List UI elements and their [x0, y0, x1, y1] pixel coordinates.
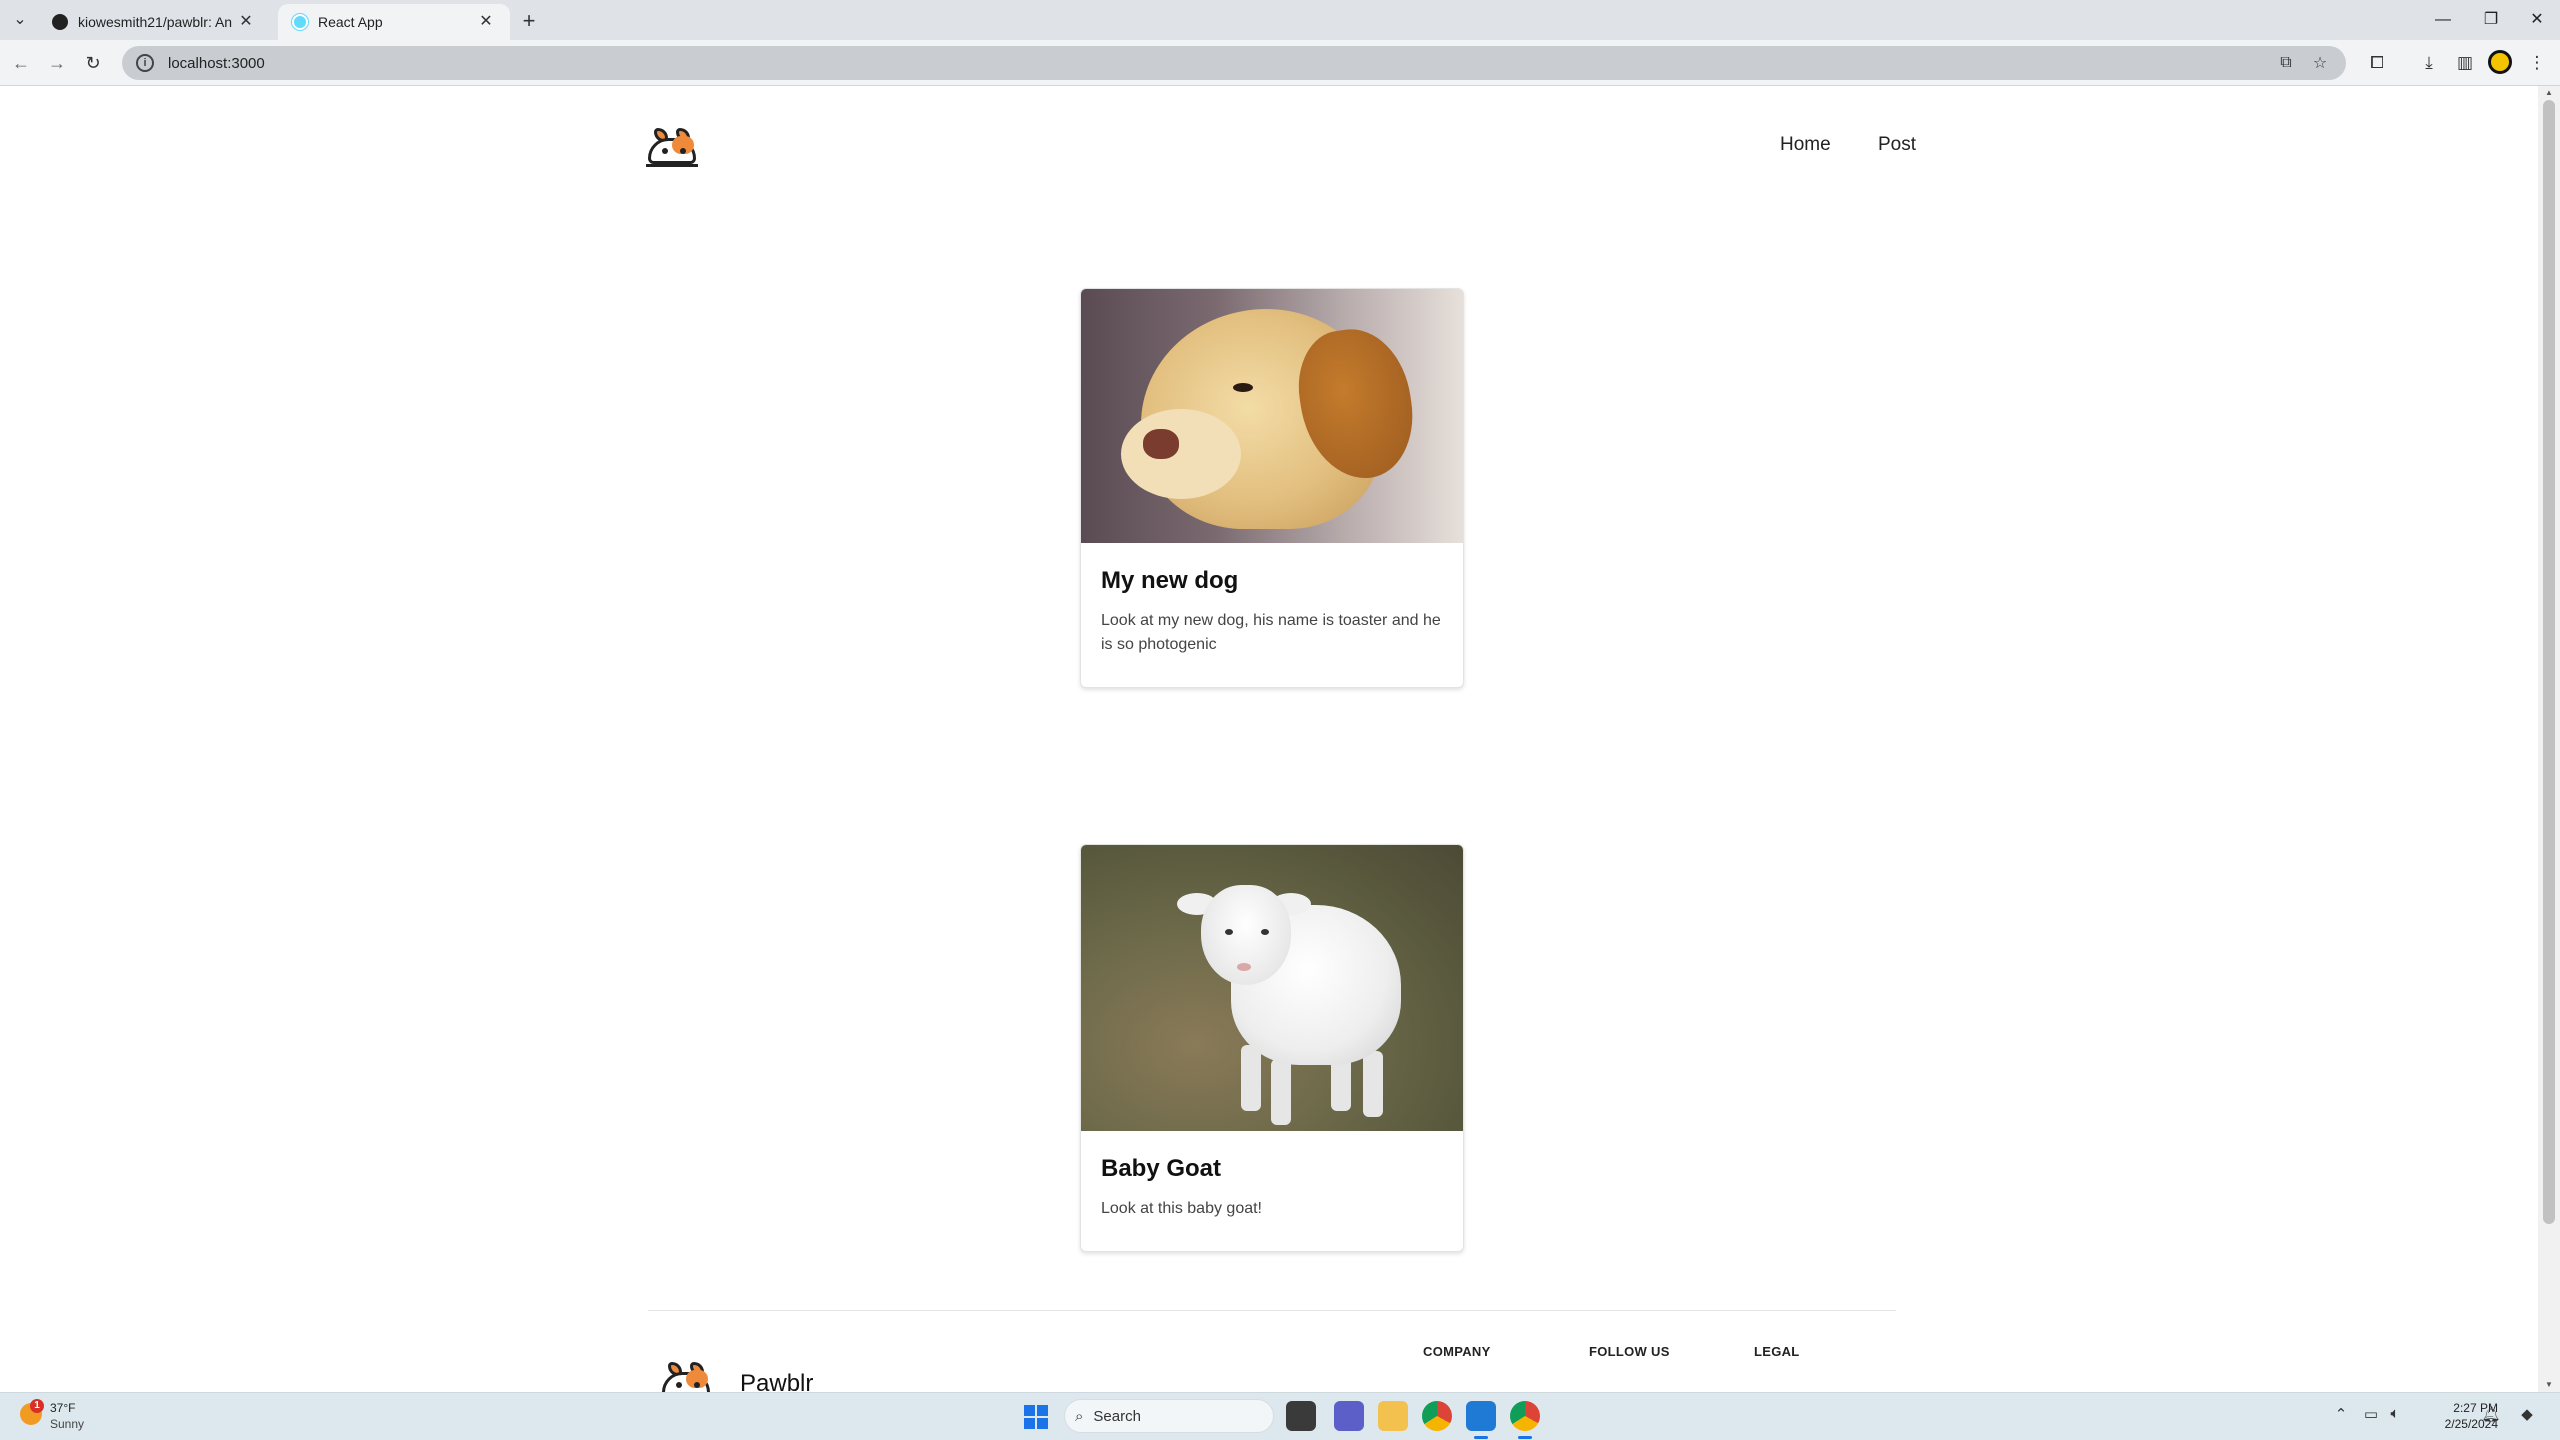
vscode-icon[interactable]: [1466, 1401, 1496, 1431]
search-icon: ⌕: [1075, 1407, 1084, 1425]
restore-icon[interactable]: ❐: [2468, 0, 2514, 40]
goat-leg: [1271, 1059, 1291, 1125]
goat-eye: [1261, 929, 1269, 935]
dog-photo: [1081, 289, 1463, 543]
profile-avatar[interactable]: [2488, 50, 2512, 74]
chrome-icon[interactable]: [1422, 1401, 1452, 1431]
task-view-icon[interactable]: [1286, 1401, 1316, 1431]
footer-legal-heading: LEGAL: [1754, 1344, 1800, 1359]
post-body: Look at this baby goat!: [1101, 1200, 1262, 1217]
post-title: My new dog: [1101, 567, 1239, 594]
close-tab-icon[interactable]: ✕: [476, 12, 496, 32]
close-tab-icon[interactable]: ✕: [236, 12, 256, 32]
dog-snout: [1121, 409, 1241, 499]
dog-eye: [1233, 383, 1253, 392]
side-panel-icon[interactable]: ▥: [2452, 50, 2478, 76]
taskbar-search[interactable]: ⌕ Search: [1064, 1399, 1274, 1433]
footer-divider: [648, 1310, 1896, 1311]
address-bar[interactable]: i localhost:3000 ⧉ ☆: [122, 46, 2346, 80]
tab-github[interactable]: kiowesmith21/pawblr: An anim ✕: [38, 4, 270, 40]
logo-base: [646, 164, 698, 167]
scroll-down-icon[interactable]: ▼: [2543, 1380, 2555, 1390]
extensions-icon[interactable]: ⧠: [2364, 50, 2390, 76]
react-icon: [292, 14, 308, 30]
chrome-profile-icon[interactable]: [1510, 1401, 1540, 1431]
post-body: Look at my new dog, his name is toaster …: [1101, 612, 1441, 653]
menu-kebab-icon[interactable]: ⋮: [2524, 50, 2550, 76]
tab-search-icon[interactable]: ⌄: [8, 8, 32, 32]
page-scrollbar[interactable]: ▲ ▼: [2538, 86, 2560, 1392]
network-icon[interactable]: ▭: [2360, 1405, 2382, 1423]
logo-eye: [694, 1382, 700, 1388]
running-indicator: [1518, 1436, 1532, 1439]
logo-eye: [662, 148, 668, 154]
volume-icon[interactable]: 🔈︎: [2384, 1405, 2406, 1422]
copilot-icon[interactable]: ◆: [2516, 1405, 2538, 1423]
new-tab-button[interactable]: +: [516, 8, 542, 34]
weather-temp[interactable]: 37°F: [50, 1401, 75, 1415]
goat-leg: [1363, 1051, 1383, 1117]
nav-home-link[interactable]: Home: [1780, 134, 1831, 156]
notification-bell-icon[interactable]: 🔔︎: [2480, 1405, 2502, 1423]
tray-chevron-icon[interactable]: ⌃: [2330, 1405, 2352, 1423]
close-window-icon[interactable]: ✕: [2514, 0, 2560, 40]
tab-react-app[interactable]: React App ✕: [278, 4, 510, 40]
footer-logo[interactable]: [660, 1360, 712, 1392]
file-explorer-icon[interactable]: [1378, 1401, 1408, 1431]
back-icon[interactable]: ←: [8, 50, 34, 76]
downloads-icon[interactable]: ⤓: [2416, 50, 2442, 76]
running-indicator: [1474, 1436, 1488, 1439]
footer-follow-heading: FOLLOW US: [1589, 1344, 1670, 1359]
tab-strip: ⌄ kiowesmith21/pawblr: An anim ✕ React A…: [0, 0, 2560, 40]
goat-photo: [1081, 845, 1463, 1131]
weather-desc[interactable]: Sunny: [50, 1417, 84, 1431]
tab-title: React App: [318, 14, 383, 30]
logo-eye: [676, 1382, 682, 1388]
goat-nose: [1237, 963, 1251, 971]
footer-company-heading: COMPANY: [1423, 1344, 1491, 1359]
reload-icon[interactable]: ↻: [80, 50, 106, 76]
teams-icon[interactable]: [1334, 1401, 1364, 1431]
forward-icon[interactable]: →: [44, 50, 70, 76]
dog-nose: [1143, 429, 1179, 459]
weather-badge: 1: [30, 1399, 44, 1413]
bookmark-star-icon[interactable]: ☆: [2308, 53, 2332, 73]
windows-start-icon[interactable]: [1024, 1405, 1048, 1429]
site-info-icon[interactable]: i: [136, 54, 154, 72]
web-page: Home Post My new dog Look at my new dog,…: [0, 86, 2538, 1392]
post-card[interactable]: Baby Goat Look at this baby goat!: [1080, 844, 1464, 1252]
post-title: Baby Goat: [1101, 1155, 1222, 1182]
scroll-up-icon[interactable]: ▲: [2543, 88, 2555, 98]
post-card[interactable]: My new dog Look at my new dog, his name …: [1080, 288, 1464, 688]
install-app-icon[interactable]: ⧉: [2274, 54, 2298, 72]
nav-post-link[interactable]: Post: [1878, 134, 1916, 156]
logo-eye: [680, 148, 686, 154]
search-label: Search: [1093, 1407, 1141, 1425]
minimize-icon[interactable]: —: [2420, 0, 2466, 40]
github-icon: [52, 14, 68, 30]
tab-title: kiowesmith21/pawblr: An anim: [78, 14, 236, 30]
goat-eye: [1225, 929, 1233, 935]
browser-toolbar: ← → ↻ i localhost:3000 ⧉ ☆ ⧠ ⤓ ▥ ⋮: [0, 40, 2560, 86]
goat-leg: [1241, 1045, 1261, 1111]
footer-brand: Pawblr: [740, 1370, 814, 1392]
scrollbar-thumb[interactable]: [2543, 100, 2555, 1224]
pawblr-logo[interactable]: [646, 126, 698, 168]
windows-taskbar: 1 37°F Sunny ⌕ Search ⌃ ▭ 🔈︎ 2:27 PM 2/2…: [0, 1392, 2560, 1440]
url-text[interactable]: localhost:3000: [168, 55, 2264, 72]
